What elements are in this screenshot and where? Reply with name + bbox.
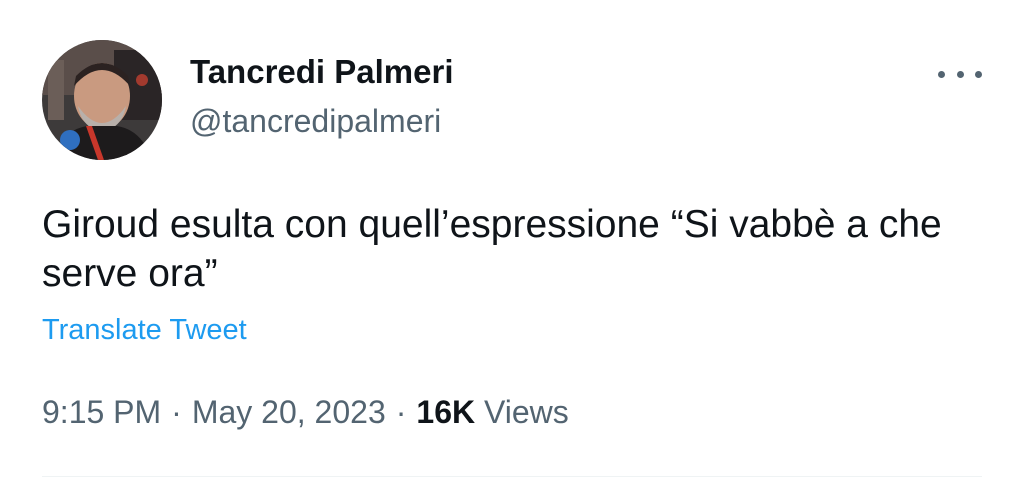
views-label: Views (483, 394, 569, 430)
translate-tweet-link[interactable]: Translate Tweet (42, 314, 247, 347)
tweet-card: Tancredi Palmeri @tancredipalmeri Giroud… (0, 0, 1024, 480)
meta-separator: · (395, 394, 407, 430)
meta-separator: · (171, 394, 182, 430)
more-horizontal-icon-dot (975, 70, 982, 78)
divider (42, 476, 982, 477)
tweet-date[interactable]: May 20, 2023 (192, 394, 386, 430)
more-horizontal-icon (938, 70, 945, 78)
author-avatar[interactable] (42, 40, 162, 160)
more-horizontal-icon-dot (956, 70, 964, 78)
views-count[interactable]: 16K (416, 394, 475, 430)
author-name[interactable]: Tancredi Palmeri (190, 53, 454, 91)
more-options-button[interactable] (934, 56, 986, 92)
author-handle[interactable]: @tancredipalmeri (190, 103, 441, 140)
tweet-time[interactable]: 9:15 PM (42, 394, 161, 430)
avatar-photo (42, 40, 162, 160)
tweet-metadata: 9:15 PM · May 20, 2023 · 16K Views (42, 394, 569, 431)
tweet-text: Giroud esulta con quell’espressione “Si … (42, 203, 942, 295)
